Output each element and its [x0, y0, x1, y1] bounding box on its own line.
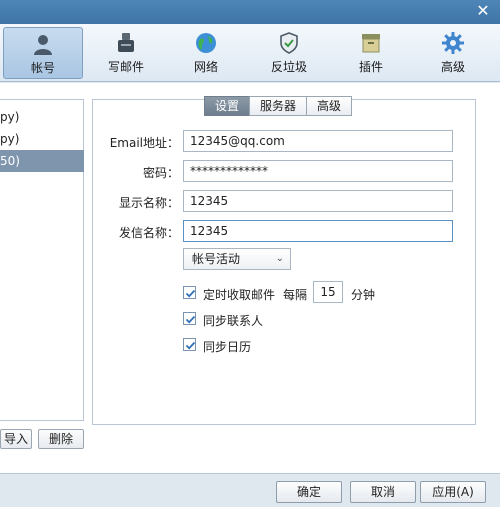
- account-settings-panel: 设置 服务器 高级 Email地址： 12345@qq.com 密码： ****…: [92, 96, 476, 425]
- dialog-button-bar: 确定 取消 应用(A): [0, 473, 500, 507]
- toolbar-item-label: 帐号: [30, 61, 55, 75]
- toolbar-item-compose[interactable]: 写邮件: [86, 27, 166, 79]
- account-activity-value: 帐号活动: [192, 252, 241, 266]
- display-name-field[interactable]: 12345: [183, 190, 453, 212]
- settings-tabs: 设置 服务器 高级: [204, 96, 353, 116]
- toolbar-item-label: 网络: [193, 60, 218, 74]
- cancel-button[interactable]: 取消: [350, 481, 416, 503]
- interval-prefix-label: 每隔: [283, 288, 308, 302]
- close-icon[interactable]: ✕: [474, 2, 492, 20]
- import-button[interactable]: 导入: [0, 429, 32, 449]
- sender-name-label: 发信名称：: [118, 226, 179, 240]
- toolbar-item-label: 写邮件: [107, 60, 144, 74]
- toolbar-item-advanced[interactable]: 高级: [413, 27, 493, 79]
- toolbar-item-network[interactable]: 网络: [166, 27, 246, 79]
- compose-icon: [118, 33, 134, 52]
- sync-contacts-label: 同步联系人: [203, 314, 264, 328]
- account-list-item[interactable]: py): [0, 128, 84, 150]
- email-field[interactable]: 12345@qq.com: [183, 130, 453, 152]
- tab-advanced[interactable]: 高级: [306, 96, 353, 116]
- sync-calendar-label: 同步日历: [203, 340, 252, 354]
- fetch-mail-checkbox[interactable]: [183, 286, 196, 299]
- ok-button[interactable]: 确定: [276, 481, 342, 503]
- checkmark-icon: [185, 315, 196, 324]
- toolbar-item-label: 插件: [358, 60, 383, 74]
- chevron-down-icon: ⌄: [275, 253, 284, 264]
- toolbar-item-account[interactable]: 帐号: [3, 27, 83, 79]
- user-icon: [34, 35, 52, 55]
- checkmark-icon: [185, 289, 196, 298]
- delete-button[interactable]: 删除: [38, 429, 84, 449]
- toolbar-item-antispam[interactable]: 反垃圾: [249, 27, 329, 79]
- toolbar-item-label: 高级: [440, 60, 465, 74]
- sender-name-field[interactable]: 12345: [183, 220, 453, 242]
- title-bar: ✕: [0, 0, 500, 24]
- gear-icon: [442, 32, 464, 54]
- settings-body: py) py) 50) 导入 删除 设置 服务器 高级 Email地址： 123…: [0, 83, 500, 473]
- sync-calendar-checkbox[interactable]: [183, 338, 196, 351]
- fetch-mail-label: 定时收取邮件: [203, 288, 276, 302]
- account-list-item[interactable]: py): [0, 106, 84, 128]
- password-label: 密码：: [142, 166, 179, 180]
- shield-icon: [280, 32, 298, 54]
- toolbar-item-label: 反垃圾: [270, 60, 307, 74]
- account-list-item-selected[interactable]: 50): [0, 150, 84, 172]
- password-field[interactable]: *************: [183, 160, 453, 182]
- plugin-box-icon: [362, 34, 380, 53]
- tab-server[interactable]: 服务器: [249, 96, 308, 116]
- account-list[interactable]: py) py) 50): [0, 99, 84, 421]
- interval-input[interactable]: 15: [313, 281, 343, 303]
- globe-icon: [196, 33, 216, 53]
- sync-contacts-checkbox[interactable]: [183, 312, 196, 325]
- checkmark-icon: [185, 341, 196, 350]
- display-name-label: 显示名称：: [118, 196, 179, 210]
- tab-settings[interactable]: 设置: [204, 96, 251, 116]
- email-label: Email地址：: [109, 136, 179, 150]
- minutes-label: 分钟: [351, 288, 376, 302]
- toolbar-item-plugins[interactable]: 插件: [331, 27, 411, 79]
- account-activity-dropdown[interactable]: 帐号活动 ⌄: [183, 248, 291, 270]
- toolbar: 帐号 写邮件 网络 反垃圾 插件 高级: [0, 24, 500, 82]
- apply-button[interactable]: 应用(A): [420, 481, 486, 503]
